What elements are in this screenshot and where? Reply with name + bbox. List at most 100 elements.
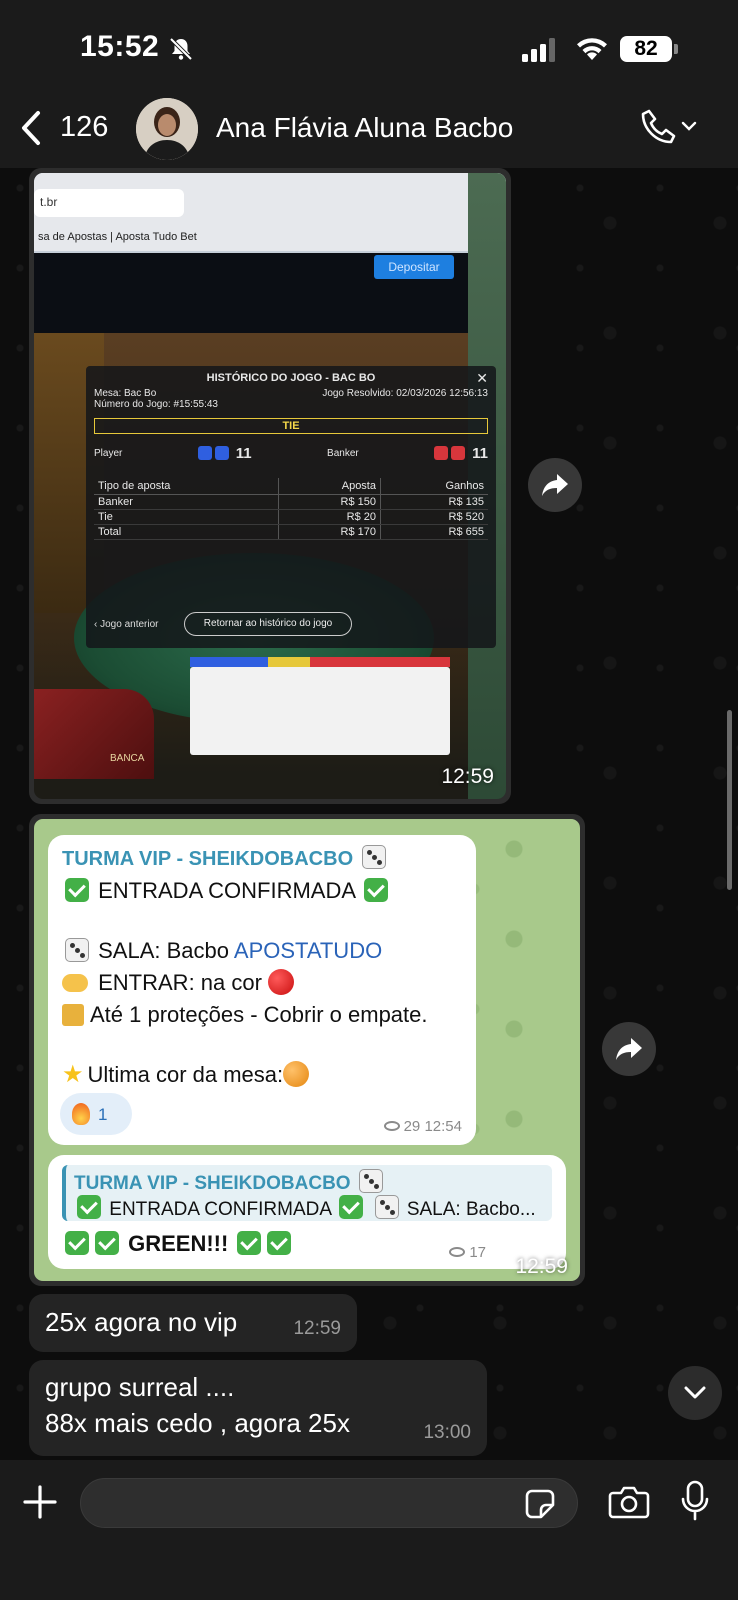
percentage-strip: [190, 657, 450, 667]
telegram-reply: TURMA VIP - SHEIKDOBACBO ENTRADA CONFIRM…: [48, 1155, 566, 1269]
result-bar: TIE: [94, 418, 488, 434]
bets-table: Tipo de aposta Aposta Ganhos Banker R$ 1…: [94, 478, 488, 540]
table-cell: Total: [94, 524, 279, 540]
red-die-icon: [434, 446, 449, 460]
browser-bar: t.br sa de Apostas | Aposta Tudo Bet: [34, 173, 506, 251]
battery-nub: [674, 44, 678, 54]
avatar[interactable]: [136, 98, 198, 160]
table-cell: R$ 20: [278, 509, 381, 525]
reply-views-count: 17: [469, 1244, 486, 1261]
forwarded-image-message[interactable]: TURMA VIP - SHEIKDOBACBO ENTRADA CONFIRM…: [29, 814, 585, 1286]
star-icon: ★: [62, 1061, 84, 1088]
table-row: Total R$ 170 R$ 655: [94, 524, 488, 540]
message-text-line-1: grupo surreal ....: [45, 1372, 235, 1402]
plus-icon[interactable]: [22, 1484, 58, 1520]
phone-icon[interactable]: [640, 107, 678, 147]
telegram-post: TURMA VIP - SHEIKDOBACBO ENTRADA CONFIRM…: [48, 835, 476, 1145]
bell-off-icon: [169, 37, 193, 61]
chevron-down-icon[interactable]: [680, 117, 698, 135]
quote-text-suffix: SALA: Bacbo...: [406, 1199, 536, 1220]
return-history-button: Retornar ao histórico do jogo: [184, 612, 352, 636]
table-cell: Tie: [94, 509, 279, 525]
quote-channel: TURMA VIP - SHEIKDOBACBO: [74, 1169, 544, 1195]
message-text: 25x agora no vip: [45, 1307, 238, 1337]
lock-icon: [62, 1004, 84, 1026]
message-text-line-2: 88x mais cedo , agora 25x: [45, 1408, 350, 1438]
deposit-button: Depositar: [374, 255, 454, 279]
roadmap-board: [190, 667, 450, 755]
close-icon: ✕: [476, 370, 488, 386]
banker-label: Banker: [327, 447, 359, 459]
blue-die-icon: [214, 446, 229, 460]
previous-game-link: ‹ Jogo anterior: [94, 619, 159, 630]
photo-game-history[interactable]: t.br sa de Apostas | Aposta Tudo Bet Dep…: [34, 173, 506, 799]
fire-icon: [72, 1103, 90, 1125]
banker-dice: 11: [434, 445, 488, 462]
check-icon: [95, 1231, 119, 1255]
red-circle-icon: [268, 969, 295, 995]
player-share: [190, 657, 268, 667]
message-input[interactable]: [80, 1478, 578, 1528]
forward-icon: [542, 474, 568, 496]
battery-level: 82: [620, 36, 672, 62]
col-bet: Aposta: [278, 478, 381, 495]
sticker-icon[interactable]: [524, 1488, 556, 1520]
check-icon: [339, 1195, 364, 1219]
scrollbar[interactable]: [727, 710, 732, 890]
banca-label: BANCA: [110, 753, 145, 764]
eye-icon: [449, 1247, 466, 1257]
eye-icon: [383, 1121, 400, 1131]
post-line-5-text: Ultima cor da mesa:: [87, 1062, 284, 1087]
wifi-icon: [577, 38, 607, 60]
camera-icon[interactable]: [608, 1484, 650, 1520]
unread-count[interactable]: 126: [60, 111, 108, 144]
check-icon: [65, 1231, 89, 1255]
check-icon: [77, 1195, 101, 1219]
post-line-1-text: ENTRADA CONFIRMADA: [98, 878, 355, 903]
check-icon: [65, 878, 89, 902]
banca-chip: BANCA: [34, 689, 154, 779]
quote-text: ENTRADA CONFIRMADA SALA: Bacbo...: [74, 1195, 544, 1221]
photo-telegram-post[interactable]: TURMA VIP - SHEIKDOBACBO ENTRADA CONFIRM…: [34, 819, 580, 1281]
reaction-badge: 1: [60, 1093, 132, 1135]
browser-site-title: sa de Apostas | Aposta Tudo Bet: [38, 231, 197, 243]
table-cell: R$ 170: [278, 524, 381, 540]
forward-button[interactable]: [528, 458, 582, 512]
post-line-3: ENTRAR: na cor: [62, 967, 462, 999]
microphone-icon[interactable]: [680, 1480, 710, 1522]
red-die-icon: [451, 446, 466, 460]
message-bubble[interactable]: grupo surreal .... 88x mais cedo , agora…: [29, 1360, 487, 1456]
composer: [0, 1460, 738, 1600]
history-title: HISTÓRICO DO JOGO - BAC BO: [206, 372, 376, 384]
post-line-2-text: SALA: Bacbo: [98, 938, 234, 963]
scroll-to-bottom-button[interactable]: [668, 1366, 722, 1420]
post-line-4-text: Até 1 proteções - Cobrir o empate.: [90, 1002, 428, 1027]
player-score: 11: [235, 444, 252, 462]
game-number: Número do Jogo: #15:55:43: [94, 399, 218, 410]
dice-icon: [358, 1169, 383, 1193]
green-text: GREEN!!!: [128, 1231, 229, 1256]
reply-views: 17: [449, 1244, 486, 1261]
message-bubble[interactable]: 25x agora no vip 12:59: [29, 1294, 357, 1352]
table-cell: R$ 655: [379, 524, 488, 540]
resolved-date: Jogo Resolvido: 02/03/2026 12:56:13: [322, 388, 488, 399]
post-line-2: SALA: Bacbo APOSTATUDO: [62, 935, 462, 967]
contact-name[interactable]: Ana Flávia Aluna Bacbo: [216, 112, 513, 144]
chevron-left-icon[interactable]: [18, 109, 46, 147]
dice-icon: [65, 938, 89, 962]
quote-channel-text: TURMA VIP - SHEIKDOBACBO: [74, 1173, 351, 1194]
table-cell: R$ 135: [379, 494, 488, 510]
pointing-hand-icon: [62, 974, 88, 992]
chat-header: 126 Ana Flávia Aluna Bacbo: [0, 95, 738, 168]
forward-button[interactable]: [602, 1022, 656, 1076]
col-bet-type: Tipo de aposta: [94, 478, 279, 495]
image-message[interactable]: t.br sa de Apostas | Aposta Tudo Bet Dep…: [29, 168, 511, 804]
reply-quote: TURMA VIP - SHEIKDOBACBO ENTRADA CONFIRM…: [62, 1165, 552, 1221]
orange-circle-icon: [283, 1061, 310, 1087]
message-time: 12:59: [515, 1255, 568, 1278]
previous-game-label: Jogo anterior: [100, 619, 159, 630]
status-bar: 15:52 82: [0, 0, 738, 95]
channel-name: TURMA VIP - SHEIKDOBACBO: [62, 845, 462, 871]
